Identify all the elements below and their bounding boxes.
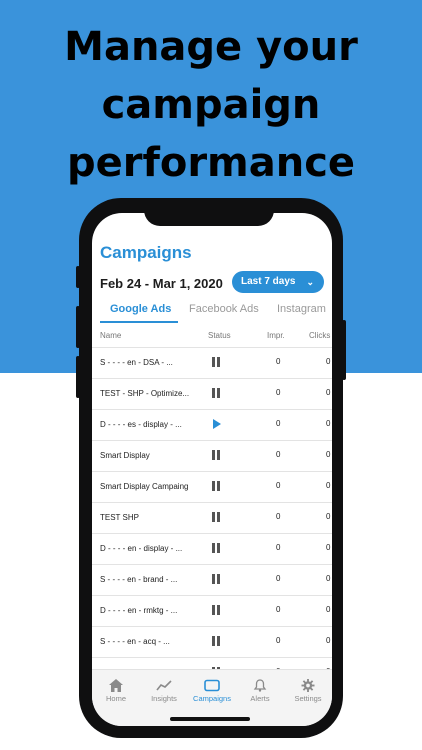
tab-facebook-ads[interactable]: Facebook Ads	[189, 303, 259, 315]
impressions-value: 0	[276, 605, 281, 614]
date-range-button[interactable]: Last 7 days ⌄	[232, 271, 324, 293]
headline: Manage your campaign performance	[0, 18, 422, 192]
headline-line-1: Manage your	[64, 24, 358, 70]
campaign-name: S - - - - en - brand - ...	[100, 575, 178, 584]
campaign-name: S - - - - en - acq - ...	[100, 637, 170, 646]
campaign-name: TEST - SHP - Optimize...	[100, 389, 190, 398]
impressions-value: 0	[276, 481, 281, 490]
table-row[interactable]: Smart Display Campaing 0 0	[92, 471, 332, 502]
date-range-label: Feb 24 - Mar 1, 2020	[100, 276, 223, 291]
tab-google-ads[interactable]: Google Ads	[110, 303, 171, 315]
pause-icon[interactable]	[211, 605, 221, 615]
table-row[interactable]: Smart Display 0 0	[92, 440, 332, 471]
table-row[interactable]: D - - - - en - rmktg - ... 0 0	[92, 595, 332, 626]
clicks-value: 0	[326, 574, 331, 583]
campaigns-icon	[204, 679, 220, 692]
campaign-name: D - - - - en - display - ...	[100, 544, 183, 553]
pause-icon[interactable]	[211, 388, 221, 398]
campaign-name: TEST SHP	[100, 513, 139, 522]
impressions-value: 0	[276, 419, 281, 428]
phone-side-button	[76, 306, 80, 348]
play-icon[interactable]	[211, 419, 221, 429]
nav-label-settings: Settings	[294, 694, 322, 703]
phone-side-button	[76, 266, 80, 288]
nav-label-insights: Insights	[151, 694, 177, 703]
home-icon	[109, 679, 123, 692]
nav-item-campaigns[interactable]: Campaigns	[188, 679, 236, 703]
page-title: Campaigns	[100, 243, 192, 262]
table-row[interactable]: D - - - - es - display - ... 0 0	[92, 409, 332, 440]
pause-icon[interactable]	[211, 450, 221, 460]
phone-notch	[144, 205, 274, 226]
impressions-value: 0	[276, 450, 281, 459]
phone-screen: Campaigns Feb 24 - Mar 1, 2020 Last 7 da…	[92, 213, 332, 726]
tab-instagram[interactable]: Instagram	[277, 303, 326, 315]
impressions-value: 0	[276, 543, 281, 552]
table-row[interactable]: D - - - - en - display - ... 0 0	[92, 533, 332, 564]
campaign-name: D - - - - es - display - ...	[100, 420, 182, 429]
campaign-name: Smart Display Campaing	[100, 482, 189, 491]
table-row[interactable]: S - - - - en - brand - ... 0 0	[92, 564, 332, 595]
pause-icon[interactable]	[211, 357, 221, 367]
nav-label-home: Home	[105, 694, 126, 703]
headline-line-2: campaign	[101, 82, 321, 128]
impressions-value: 0	[276, 388, 281, 397]
date-range-button-label: Last 7 days	[241, 276, 296, 287]
table-row[interactable]: TEST SHP 0 0	[92, 502, 332, 533]
clicks-value: 0	[326, 388, 331, 397]
column-header-status: Status	[208, 331, 231, 340]
phone-side-button	[342, 320, 346, 380]
column-header-clicks: Clicks	[309, 331, 331, 340]
active-tab-indicator	[100, 321, 178, 323]
headline-line-3: performance	[66, 140, 356, 186]
chart-line-icon	[156, 680, 172, 691]
nav-label-campaigns: Campaigns	[193, 694, 231, 703]
nav-item-insights[interactable]: Insights	[140, 679, 188, 703]
impressions-value: 0	[276, 357, 281, 366]
impressions-value: 0	[276, 512, 281, 521]
gear-icon	[301, 679, 315, 692]
pause-icon[interactable]	[211, 543, 221, 553]
column-header-impr: Impr.	[267, 331, 285, 340]
table-row[interactable]: S - - - - en - DSA - ... 0 0	[92, 347, 332, 378]
pause-icon[interactable]	[211, 574, 221, 584]
clicks-value: 0	[326, 512, 331, 521]
nav-item-home[interactable]: Home	[92, 679, 140, 703]
pause-icon[interactable]	[211, 481, 221, 491]
clicks-value: 0	[326, 543, 331, 552]
pause-icon[interactable]	[211, 636, 221, 646]
table-row[interactable]: S - - - - en - acq - ... 0 0	[92, 626, 332, 657]
home-indicator	[170, 717, 250, 721]
pause-icon[interactable]	[211, 512, 221, 522]
platform-tabs: Google Ads Facebook Ads Instagram	[92, 301, 332, 323]
chevron-down-icon: ⌄	[306, 277, 314, 287]
bell-icon	[253, 679, 267, 692]
nav-item-alerts[interactable]: Alerts	[236, 679, 284, 703]
impressions-value: 0	[276, 574, 281, 583]
clicks-value: 0	[326, 419, 331, 428]
clicks-value: 0	[326, 605, 331, 614]
nav-label-alerts: Alerts	[250, 694, 270, 703]
impressions-value: 0	[276, 636, 281, 645]
phone-side-button	[76, 356, 80, 398]
campaign-name: S - - - - en - DSA - ...	[100, 358, 173, 367]
campaign-name: Smart Display	[100, 451, 150, 460]
clicks-value: 0	[326, 450, 331, 459]
clicks-value: 0	[326, 357, 331, 366]
table-row[interactable]: TEST - SHP - Optimize... 0 0	[92, 378, 332, 409]
clicks-value: 0	[326, 636, 331, 645]
nav-item-settings[interactable]: Settings	[284, 679, 332, 703]
clicks-value: 0	[326, 481, 331, 490]
campaign-name: D - - - - en - rmktg - ...	[100, 606, 178, 615]
column-header-name: Name	[100, 331, 122, 340]
